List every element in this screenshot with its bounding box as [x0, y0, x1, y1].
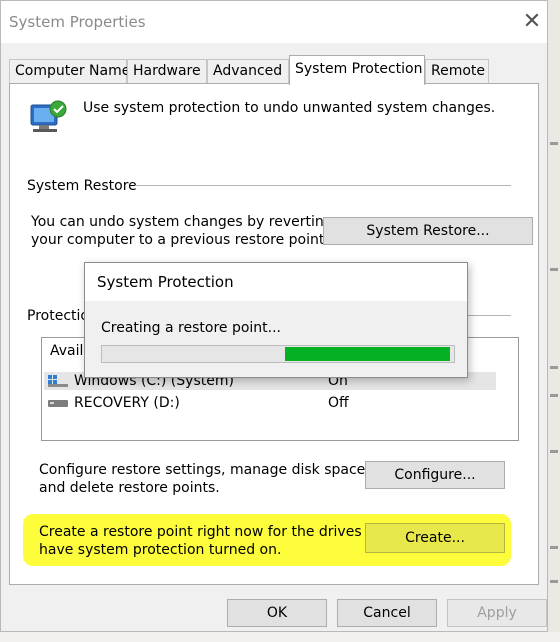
system-restore-button[interactable]: System Restore...: [323, 217, 533, 245]
tab-remote[interactable]: Remote: [425, 59, 489, 83]
system-restore-group-label: System Restore: [27, 178, 137, 194]
progress-message: Creating a restore point...: [101, 320, 282, 336]
progress-bar-fill: [285, 347, 451, 361]
background-mark: [550, 450, 558, 453]
configure-button[interactable]: Configure...: [365, 461, 505, 489]
apply-button: Apply: [447, 599, 547, 627]
ok-button[interactable]: OK: [227, 599, 327, 627]
windows-drive-icon: [48, 375, 68, 387]
create-description-line2: have system protection turned on.: [39, 542, 282, 558]
tab-hardware[interactable]: Hardware: [127, 59, 207, 83]
tab-system-protection[interactable]: System Protection: [289, 55, 425, 85]
configure-description-line1: Configure restore settings, manage disk …: [39, 462, 370, 478]
window-title: System Properties: [9, 13, 146, 31]
system-protection-icon: [30, 100, 67, 132]
background-mark: [550, 580, 558, 583]
background-mark: [550, 142, 558, 145]
intro-text: Use system protection to undo unwanted s…: [83, 100, 496, 116]
tab-advanced[interactable]: Advanced: [207, 59, 289, 83]
group-separator: [135, 185, 511, 186]
drive-name: RECOVERY (D:): [74, 395, 180, 411]
background-mark: [550, 366, 558, 369]
drive-icon: [48, 400, 68, 407]
system-restore-description-line1: You can undo system changes by reverting: [31, 214, 333, 230]
tab-computer-name[interactable]: Computer Name: [9, 59, 130, 83]
progress-bar: [101, 345, 455, 363]
progress-dialog-body: Creating a restore point...: [85, 301, 467, 377]
progress-dialog-title: System Protection: [97, 273, 234, 291]
background-mark: [550, 268, 558, 271]
background-window-bottom: [0, 632, 560, 642]
create-description-line1: Create a restore point right now for the…: [39, 524, 395, 540]
drive-status: Off: [328, 395, 349, 411]
close-icon[interactable]: ✕: [519, 7, 545, 37]
configure-description-line2: and delete restore points.: [39, 480, 220, 496]
background-mark: [550, 546, 558, 549]
system-protection-progress-dialog: System Protection Creating a restore poi…: [84, 262, 468, 378]
list-item[interactable]: RECOVERY (D:) Off: [44, 394, 496, 412]
group-separator: [467, 315, 511, 316]
cancel-button[interactable]: Cancel: [337, 599, 437, 627]
create-button[interactable]: Create...: [365, 523, 505, 553]
background-window-edge: [548, 0, 560, 642]
title-bar[interactable]: System Properties ✕: [1, 1, 547, 43]
system-restore-description-line2: your computer to a previous restore poin…: [31, 232, 329, 248]
background-mark: [550, 394, 558, 397]
